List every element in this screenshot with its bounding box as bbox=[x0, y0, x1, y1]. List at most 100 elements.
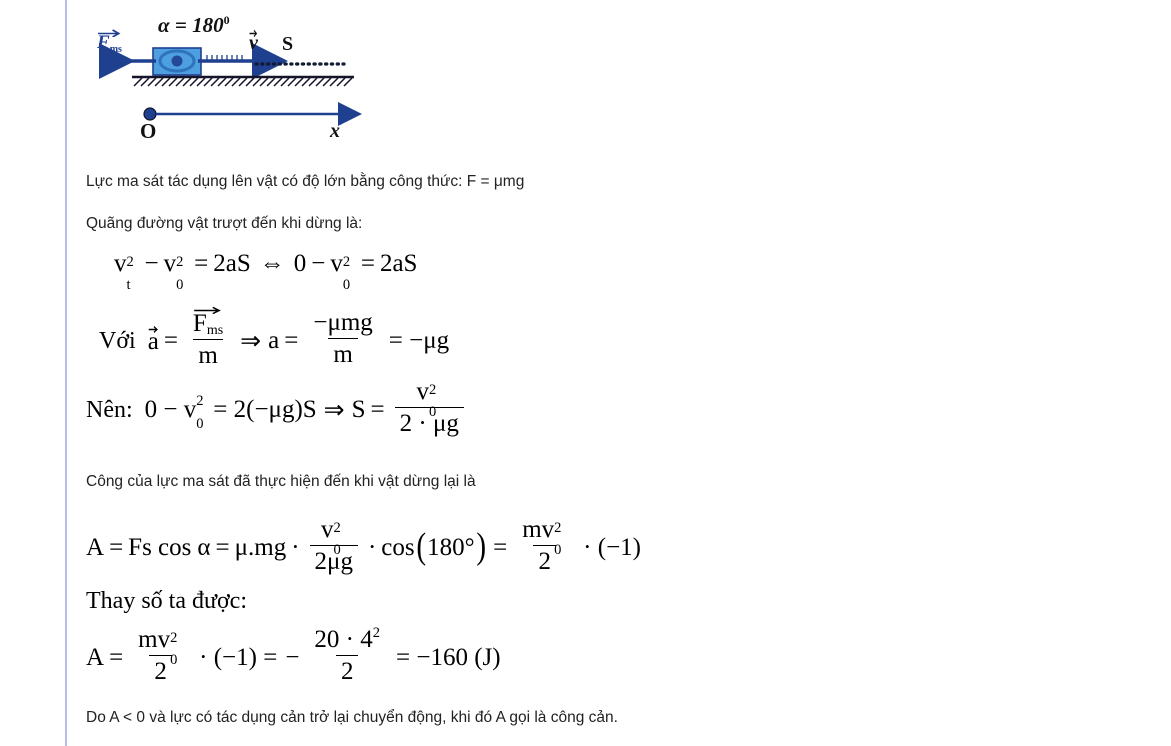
eq2-fraction-2: −μmg m bbox=[308, 309, 377, 369]
force-vector-arrow: Fms bbox=[97, 29, 122, 55]
eq5-v-sub: 0 bbox=[170, 652, 178, 668]
eq3-equals: = bbox=[370, 396, 385, 423]
eq2-F-vector: Fms bbox=[192, 306, 224, 339]
eq1-rhs: 2aS bbox=[213, 250, 251, 277]
eq4-fraction-2: mv 2 0 2 bbox=[517, 516, 572, 576]
eq4-v-sub: 0 bbox=[333, 542, 341, 558]
eq2-F-sub: ms bbox=[206, 323, 224, 339]
eq5-eq1: = bbox=[109, 644, 124, 671]
eq1-rhs2: 2aS bbox=[379, 250, 418, 277]
eq3-lhs: 0 − v bbox=[144, 396, 197, 423]
eq4-eq3: = bbox=[493, 534, 508, 561]
eq5-fraction-1: mv 2 0 2 bbox=[133, 626, 188, 686]
eq5-m: m bbox=[138, 625, 158, 653]
work-equation: A = Fs cos α = μ.mg · v20 2μg · cos ( 18… bbox=[86, 516, 641, 578]
eq2-a: a bbox=[147, 328, 159, 355]
eq3-label: Nên: bbox=[86, 396, 133, 423]
block-inner-dot bbox=[171, 55, 183, 67]
distance-equation: Nên: 0 − v20 = 2(−μg)S ⇒ S = v20 2 · μg bbox=[86, 378, 469, 440]
left-margin-rule bbox=[65, 0, 67, 746]
eq4-cos: cos bbox=[381, 534, 415, 561]
substitute-label: Thay số ta được: bbox=[86, 588, 247, 614]
eq4-fscos: Fs cos bbox=[128, 534, 192, 561]
kinematic-equation: v2t − v20 = 2aS ⇔ 0 − v20 = 2aS bbox=[114, 250, 418, 293]
eq4-v2-sub: 0 bbox=[554, 542, 562, 558]
force-label: Fms bbox=[97, 29, 122, 55]
velocity-vector-arrow: v bbox=[249, 29, 258, 55]
eq5-mid: · (−1) = bbox=[199, 644, 278, 671]
eq4-v2-sup: 2 bbox=[554, 519, 562, 536]
eq1-v3-sub: 0 bbox=[342, 276, 351, 293]
eq5-den-2: 2 bbox=[335, 654, 359, 686]
force-label-sub: ms bbox=[109, 44, 122, 55]
paragraph-friction-formula: Lực ma sát tác dụng lên vật có độ lớn bằ… bbox=[86, 173, 525, 190]
paragraph-work-intro: Công của lực ma sát đã thực hiện đến khi… bbox=[86, 473, 476, 490]
distance-label: S bbox=[282, 33, 294, 55]
acceleration-equation: Với a = Fms m ⇒ a = −μmg m = −μg bbox=[99, 306, 450, 372]
eq3-lhs-sup: 2 bbox=[196, 393, 204, 410]
eq3-fraction: v20 2 · μg bbox=[394, 378, 464, 438]
eq1-equals2: = bbox=[360, 250, 375, 277]
eq1-minus: − bbox=[144, 250, 159, 277]
force-label-text: F bbox=[97, 32, 110, 53]
eq3-S: S bbox=[351, 396, 366, 423]
eq3-lhs-sub: 0 bbox=[196, 415, 204, 432]
eq5-num-2: 20 · 4 bbox=[314, 625, 373, 653]
eq1-equals: = bbox=[194, 250, 209, 277]
eq1-zero: 0 bbox=[293, 250, 307, 277]
eq5-result: = −160 (J) bbox=[396, 644, 501, 671]
eq5-v-sup: 2 bbox=[170, 629, 178, 646]
eq4-v-sup: 2 bbox=[333, 519, 341, 536]
eq4-den-2: 2 bbox=[533, 544, 556, 576]
eq4-mumg: μ.mg bbox=[234, 534, 287, 561]
eq3-mid: = 2(−μg)S bbox=[213, 396, 317, 423]
eq2-implies: ⇒ bbox=[240, 328, 262, 355]
eq4-paren-open: ( bbox=[415, 525, 426, 567]
eq4-tail: · (−1) bbox=[583, 534, 641, 561]
eq2-label: Với bbox=[99, 327, 136, 354]
eq3-v-sup: 2 bbox=[429, 381, 437, 398]
paragraph-conclusion: Do A < 0 và lực có tác dụng cản trở lại … bbox=[86, 709, 618, 726]
eq4-eq1: = bbox=[109, 534, 124, 561]
eq2-num-2: −μmg bbox=[313, 308, 373, 336]
eq1-v2-sup: 2 bbox=[176, 254, 184, 271]
eq3-implies: ⇒ bbox=[323, 397, 345, 424]
eq2-den-2: m bbox=[328, 337, 358, 369]
friction-force-diagram bbox=[86, 4, 386, 150]
x-axis-label: x bbox=[330, 120, 340, 142]
eq1-v3: v bbox=[330, 250, 343, 277]
eq1-v2: v bbox=[163, 250, 177, 277]
eq2-result: = −μg bbox=[388, 327, 450, 354]
velocity-label: v bbox=[249, 29, 258, 55]
origin-label: O bbox=[140, 119, 157, 143]
eq1-minus2: − bbox=[311, 250, 326, 277]
eq5-A: A bbox=[86, 644, 105, 671]
eq5-minus: − bbox=[285, 644, 300, 671]
eq2-equals2: = bbox=[284, 327, 299, 354]
eq2-equals: = bbox=[163, 327, 178, 354]
eq4-alpha: α bbox=[197, 534, 211, 561]
eq3-v-sub: 0 bbox=[429, 404, 437, 420]
eq1-v-sub: t bbox=[126, 276, 131, 293]
eq2-a2: a bbox=[268, 327, 280, 354]
eq4-paren-close: ) bbox=[475, 525, 486, 567]
angle-label-sup: 0 bbox=[223, 13, 230, 27]
eq4-arg: 180° bbox=[427, 534, 475, 561]
eq1-v3-sup: 2 bbox=[342, 254, 351, 271]
velocity-label-text: v bbox=[249, 32, 258, 54]
eq4-fraction-1: v20 2μg bbox=[309, 516, 358, 576]
eq4-eq2: = bbox=[215, 534, 230, 561]
eq1-iff: ⇔ bbox=[259, 250, 285, 277]
eq2-den-1: m bbox=[193, 338, 223, 370]
eq2-a-vector: a bbox=[147, 325, 159, 356]
angle-label-text: α = 180 bbox=[158, 13, 224, 37]
eq4-v2: v bbox=[541, 515, 555, 543]
paragraph-distance-intro: Quãng đường vật trượt đến khi dừng là: bbox=[86, 215, 363, 232]
eq5-v: v bbox=[157, 625, 171, 653]
eq4-m: m bbox=[522, 515, 542, 543]
eq2-fraction-1: Fms m bbox=[188, 306, 228, 370]
eq5-num-2-sup: 2 bbox=[372, 624, 380, 641]
ground-hatching bbox=[133, 77, 353, 87]
eq2-F: F bbox=[192, 309, 207, 337]
eq4-dot2: · bbox=[367, 534, 377, 561]
